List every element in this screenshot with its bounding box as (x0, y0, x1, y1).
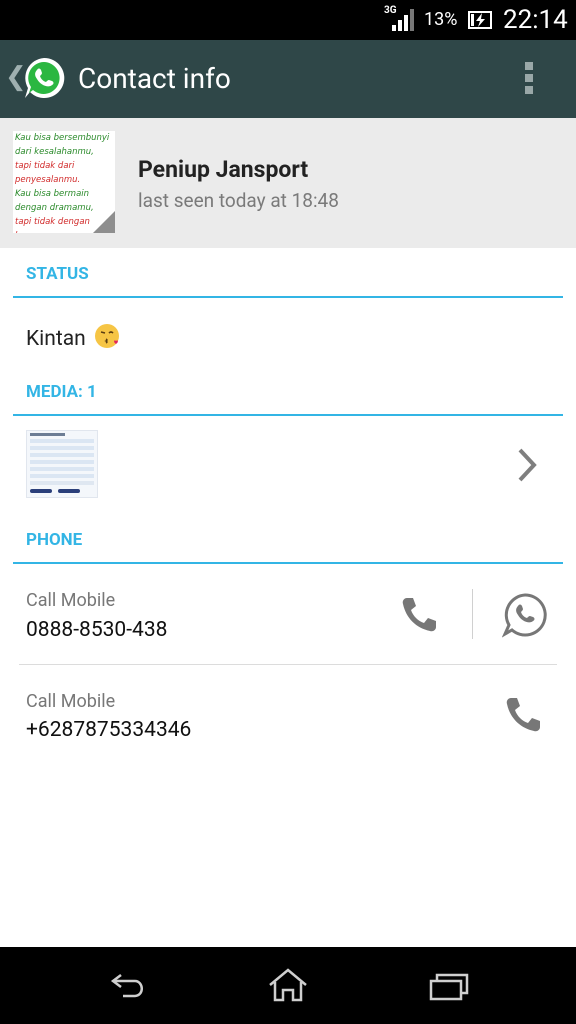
media-section-header: MEDIA: 1 (26, 382, 97, 402)
phone-section-divider (13, 562, 563, 564)
battery-percent: 13% (424, 9, 458, 30)
avatar-quote-line: dari kesalahanmu, (15, 147, 94, 157)
avatar-quote-line: Kau bisa bersembunyi (15, 133, 110, 143)
phone-call-icon[interactable] (398, 594, 440, 640)
system-nav-bar (0, 947, 576, 1024)
status-section-header: STATUS (26, 264, 89, 284)
vertical-divider (472, 589, 473, 639)
corner-fold-icon (93, 211, 115, 233)
signal-icon (392, 9, 416, 35)
system-status-bar: 3G 13% 22:14 (0, 0, 576, 40)
phone-number: 0888-8530-438 (26, 618, 168, 642)
avatar-quote-line: Kau bisa bermain (15, 189, 90, 199)
overflow-menu-icon[interactable] (525, 62, 533, 98)
phone-label: Call Mobile (26, 691, 116, 712)
contact-avatar[interactable]: Kau bisa bersembunyi dari kesalahanmu, tap… (13, 131, 115, 233)
media-thumbnail[interactable] (26, 430, 98, 498)
media-section-divider (13, 414, 563, 416)
whatsapp-call-icon[interactable] (501, 592, 548, 642)
phone-call-icon[interactable] (502, 694, 544, 740)
recent-apps-icon[interactable] (427, 967, 471, 1007)
app-bar: ❮ Contact info (0, 40, 576, 118)
status-section-divider (13, 296, 563, 298)
kissing-face-emoji-icon (94, 322, 122, 356)
last-seen-text: last seen today at 18:48 (138, 189, 339, 212)
row-divider (19, 664, 557, 665)
back-icon[interactable] (107, 967, 151, 1007)
phone-label: Call Mobile (26, 590, 116, 611)
contact-header: Kau bisa bersembunyi dari kesalahanmu, tap… (0, 118, 576, 248)
avatar-quote-line: tapi tidak dari (15, 161, 75, 171)
status-message: Kintan (26, 322, 122, 356)
battery-charging-icon (468, 11, 492, 33)
status-text: Kintan (26, 327, 86, 351)
phone-section-header: PHONE (26, 530, 83, 550)
chevron-right-icon[interactable] (514, 446, 540, 488)
phone-number: +6287875334346 (26, 718, 192, 742)
app-bar-title: Contact info (78, 62, 231, 95)
contact-name: Peniup Jansport (138, 156, 309, 183)
status-clock: 22:14 (503, 5, 568, 35)
avatar-quote-line: penyesalanmu. (15, 175, 81, 185)
home-icon[interactable] (266, 967, 310, 1007)
whatsapp-logo-icon[interactable] (21, 55, 67, 105)
